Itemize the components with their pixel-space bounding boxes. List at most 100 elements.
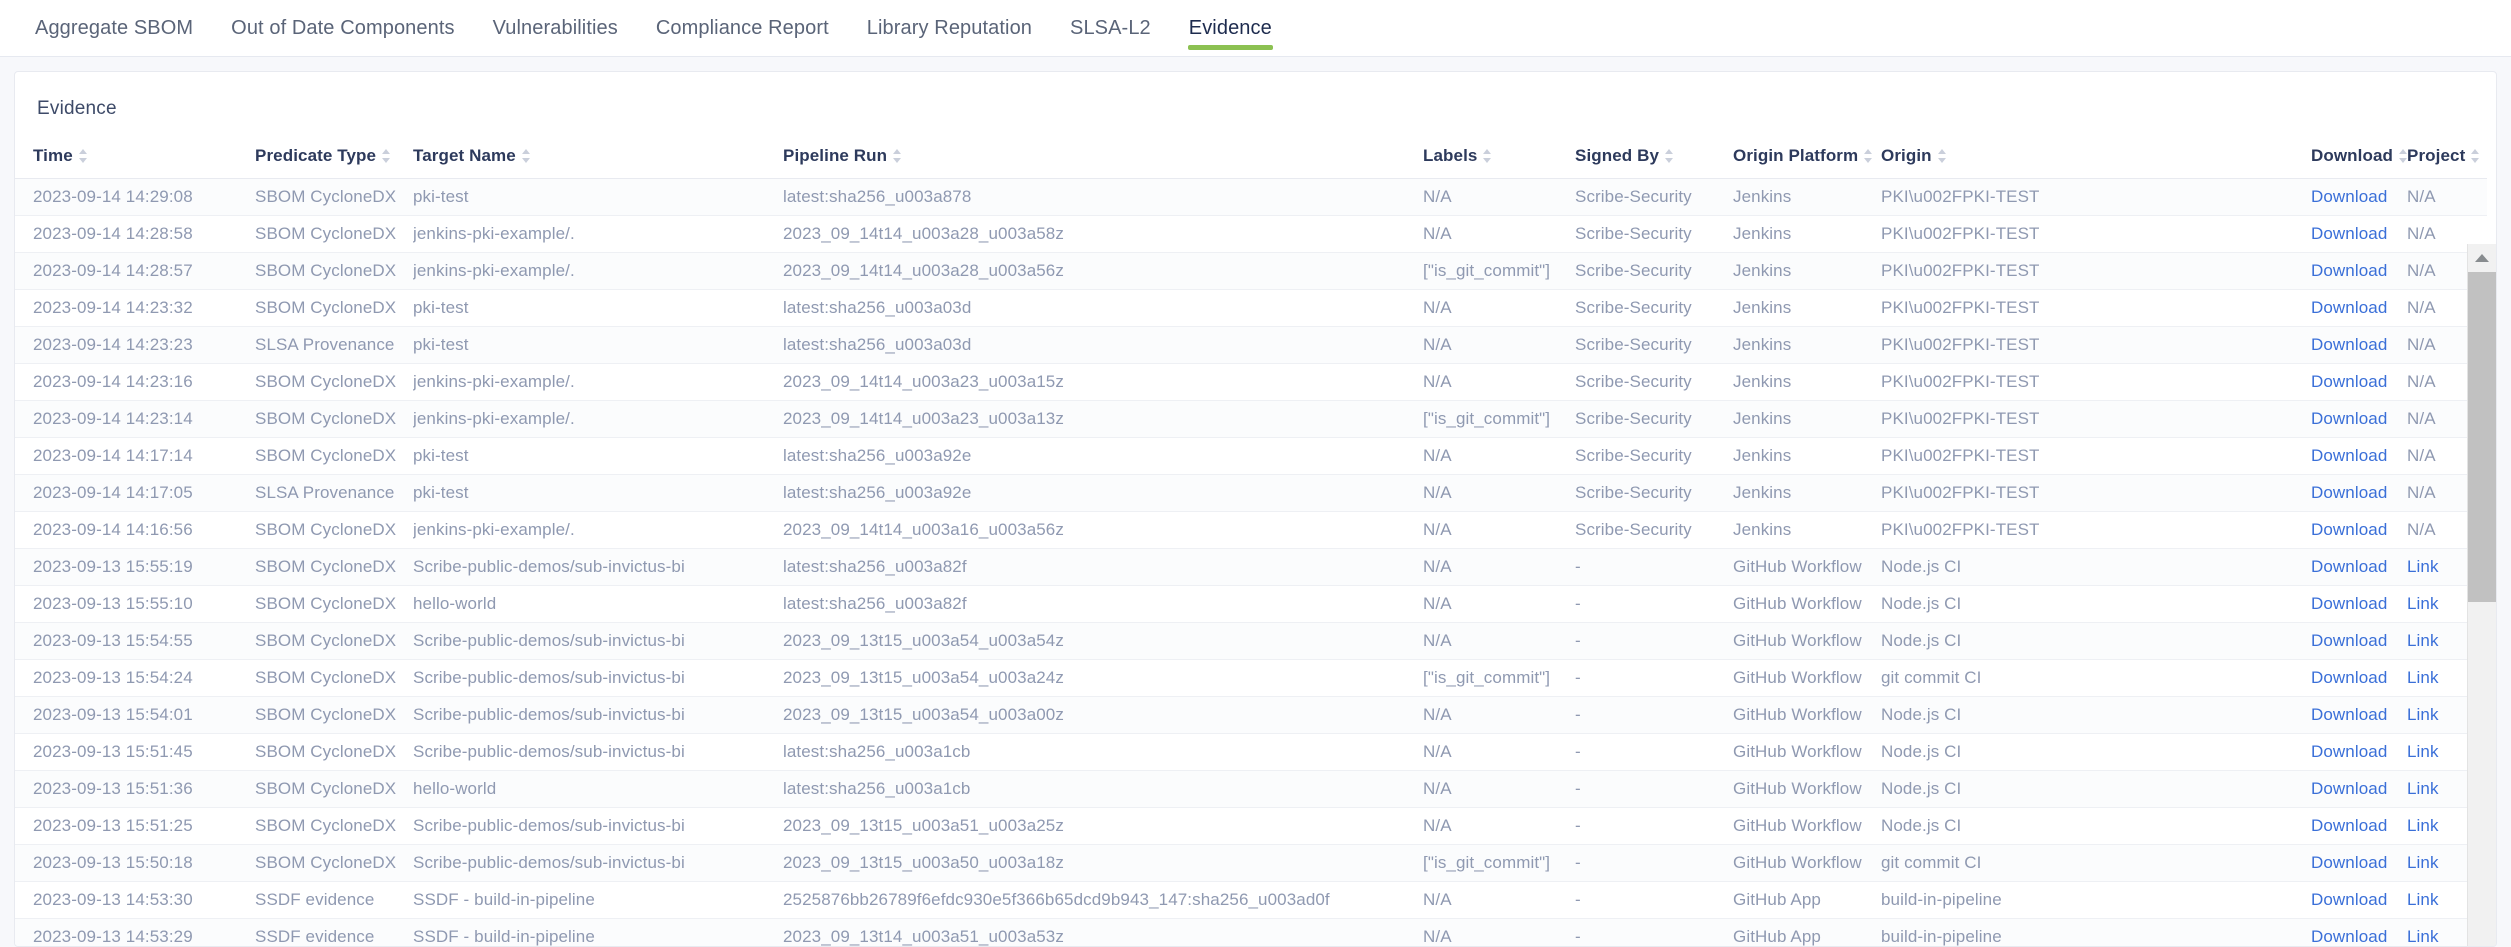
column-header-download[interactable]: Download — [2311, 140, 2408, 179]
cell-download[interactable]: Download — [2311, 178, 2407, 216]
download-link[interactable]: Download — [2311, 927, 2387, 946]
cell-download[interactable]: Download — [2311, 326, 2407, 364]
cell-download[interactable]: Download — [2311, 437, 2407, 475]
table-row[interactable]: 2023-09-13 15:50:18 SBOM CycloneDX Scribe-… — [15, 844, 2487, 882]
download-link[interactable]: Download — [2311, 890, 2387, 909]
table-row[interactable]: 2023-09-14 14:28:57 SBOM CycloneDX jenkins… — [15, 252, 2487, 290]
table-row[interactable]: 2023-09-14 14:29:08 SBOM CycloneDX pki-tes… — [15, 178, 2487, 216]
project-link[interactable]: Link — [2407, 816, 2439, 835]
project-link[interactable]: Link — [2407, 779, 2439, 798]
table-row[interactable]: 2023-09-14 14:23:14 SBOM CycloneDX jenkins… — [15, 400, 2487, 438]
project-link[interactable]: Link — [2407, 668, 2439, 687]
cell-download[interactable]: Download — [2311, 807, 2407, 845]
project-link[interactable]: Link — [2407, 890, 2439, 909]
table-row[interactable]: 2023-09-13 15:55:19 SBOM CycloneDX Scribe-… — [15, 548, 2487, 586]
table-row[interactable]: 2023-09-14 14:23:32 SBOM CycloneDX pki-tes… — [15, 289, 2487, 327]
project-link[interactable]: Link — [2407, 557, 2439, 576]
tab-vulnerabilities[interactable]: Vulnerabilities — [474, 0, 637, 56]
download-link[interactable]: Download — [2311, 224, 2387, 243]
project-link[interactable]: Link — [2407, 594, 2439, 613]
download-link[interactable]: Download — [2311, 335, 2387, 354]
cell-download[interactable]: Download — [2311, 363, 2407, 401]
project-link[interactable]: Link — [2407, 853, 2439, 872]
table-row[interactable]: 2023-09-13 15:55:10 SBOM CycloneDX hello-w… — [15, 585, 2487, 623]
column-header-platform[interactable]: Origin Platform — [1733, 140, 1881, 179]
cell-download[interactable]: Download — [2311, 733, 2407, 771]
cell-download[interactable]: Download — [2311, 696, 2407, 734]
scroll-up-button[interactable] — [2468, 244, 2496, 272]
table-row[interactable]: 2023-09-13 15:51:36 SBOM CycloneDX hello-w… — [15, 770, 2487, 808]
scrollbar-thumb[interactable] — [2468, 272, 2496, 602]
tab-aggregate-sbom[interactable]: Aggregate SBOM — [16, 0, 212, 56]
download-link[interactable]: Download — [2311, 446, 2387, 465]
column-header-target[interactable]: Target Name — [413, 140, 783, 179]
column-header-origin[interactable]: Origin — [1881, 140, 2311, 179]
table-row[interactable]: 2023-09-14 14:16:56 SBOM CycloneDX jenkins… — [15, 511, 2487, 549]
download-link[interactable]: Download — [2311, 409, 2387, 428]
cell-download[interactable]: Download — [2311, 622, 2407, 660]
table-row[interactable]: 2023-09-14 14:17:05 SLSA Provenance pki-te… — [15, 474, 2487, 512]
table-row[interactable]: 2023-09-13 15:54:01 SBOM CycloneDX Scribe-… — [15, 696, 2487, 734]
column-header-signed[interactable]: Signed By — [1575, 140, 1733, 179]
tab-library-reputation[interactable]: Library Reputation — [848, 0, 1051, 56]
download-link[interactable]: Download — [2311, 816, 2387, 835]
sort-icon[interactable] — [2399, 149, 2408, 163]
sort-icon[interactable] — [521, 149, 531, 163]
table-row[interactable]: 2023-09-13 14:53:30 SSDF evidence SSDF - b… — [15, 881, 2487, 919]
cell-download[interactable]: Download — [2311, 844, 2407, 882]
download-link[interactable]: Download — [2311, 668, 2387, 687]
sort-icon[interactable] — [1864, 149, 1873, 163]
download-link[interactable]: Download — [2311, 483, 2387, 502]
cell-download[interactable]: Download — [2311, 400, 2407, 438]
sort-icon[interactable] — [1483, 149, 1492, 163]
table-row[interactable]: 2023-09-14 14:23:16 SBOM CycloneDX jenkins… — [15, 363, 2487, 401]
download-link[interactable]: Download — [2311, 520, 2387, 539]
download-link[interactable]: Download — [2311, 298, 2387, 317]
project-link[interactable]: Link — [2407, 742, 2439, 761]
sort-icon[interactable] — [893, 149, 902, 163]
tab-compliance-report[interactable]: Compliance Report — [637, 0, 848, 56]
cell-download[interactable]: Download — [2311, 215, 2407, 253]
table-row[interactable]: 2023-09-14 14:28:58 SBOM CycloneDX jenkins… — [15, 215, 2487, 253]
download-link[interactable]: Download — [2311, 631, 2387, 650]
table-row[interactable]: 2023-09-13 15:54:24 SBOM CycloneDX Scribe-… — [15, 659, 2487, 697]
cell-download[interactable]: Download — [2311, 585, 2407, 623]
cell-download[interactable]: Download — [2311, 918, 2407, 946]
download-link[interactable]: Download — [2311, 742, 2387, 761]
table-row[interactable]: 2023-09-13 14:53:29 SSDF evidence SSDF - b… — [15, 918, 2487, 946]
download-link[interactable]: Download — [2311, 705, 2387, 724]
vertical-scrollbar[interactable] — [2467, 244, 2496, 946]
project-link[interactable]: Link — [2407, 927, 2439, 946]
download-link[interactable]: Download — [2311, 261, 2387, 280]
project-link[interactable]: Link — [2407, 631, 2439, 650]
column-header-pipeline[interactable]: Pipeline Run — [783, 140, 1423, 179]
cell-download[interactable]: Download — [2311, 289, 2407, 327]
tab-slsa-l2[interactable]: SLSA-L2 — [1051, 0, 1170, 56]
tab-evidence[interactable]: Evidence — [1170, 0, 1291, 56]
download-link[interactable]: Download — [2311, 853, 2387, 872]
table-row[interactable]: 2023-09-13 15:54:55 SBOM CycloneDX Scribe-… — [15, 622, 2487, 660]
tab-out-of-date-components[interactable]: Out of Date Components — [212, 0, 473, 56]
table-row[interactable]: 2023-09-14 14:23:23 SLSA Provenance pki-te… — [15, 326, 2487, 364]
sort-icon[interactable] — [1937, 149, 1947, 163]
cell-download[interactable]: Download — [2311, 881, 2407, 919]
column-header-labels[interactable]: Labels — [1423, 140, 1575, 179]
sort-icon[interactable] — [1665, 149, 1674, 163]
cell-download[interactable]: Download — [2311, 770, 2407, 808]
column-header-time[interactable]: Time — [15, 140, 255, 179]
download-link[interactable]: Download — [2311, 372, 2387, 391]
column-header-project[interactable]: Project — [2407, 140, 2487, 179]
sort-icon[interactable] — [2471, 149, 2480, 163]
cell-download[interactable]: Download — [2311, 474, 2407, 512]
download-link[interactable]: Download — [2311, 779, 2387, 798]
cell-download[interactable]: Download — [2311, 659, 2407, 697]
download-link[interactable]: Download — [2311, 594, 2387, 613]
sort-icon[interactable] — [382, 149, 391, 163]
column-header-predicate[interactable]: Predicate Type — [255, 140, 413, 179]
sort-icon[interactable] — [78, 149, 88, 163]
download-link[interactable]: Download — [2311, 187, 2387, 206]
table-row[interactable]: 2023-09-13 15:51:25 SBOM CycloneDX Scribe-… — [15, 807, 2487, 845]
scrollbar-track[interactable] — [2468, 272, 2496, 946]
cell-download[interactable]: Download — [2311, 511, 2407, 549]
project-link[interactable]: Link — [2407, 705, 2439, 724]
